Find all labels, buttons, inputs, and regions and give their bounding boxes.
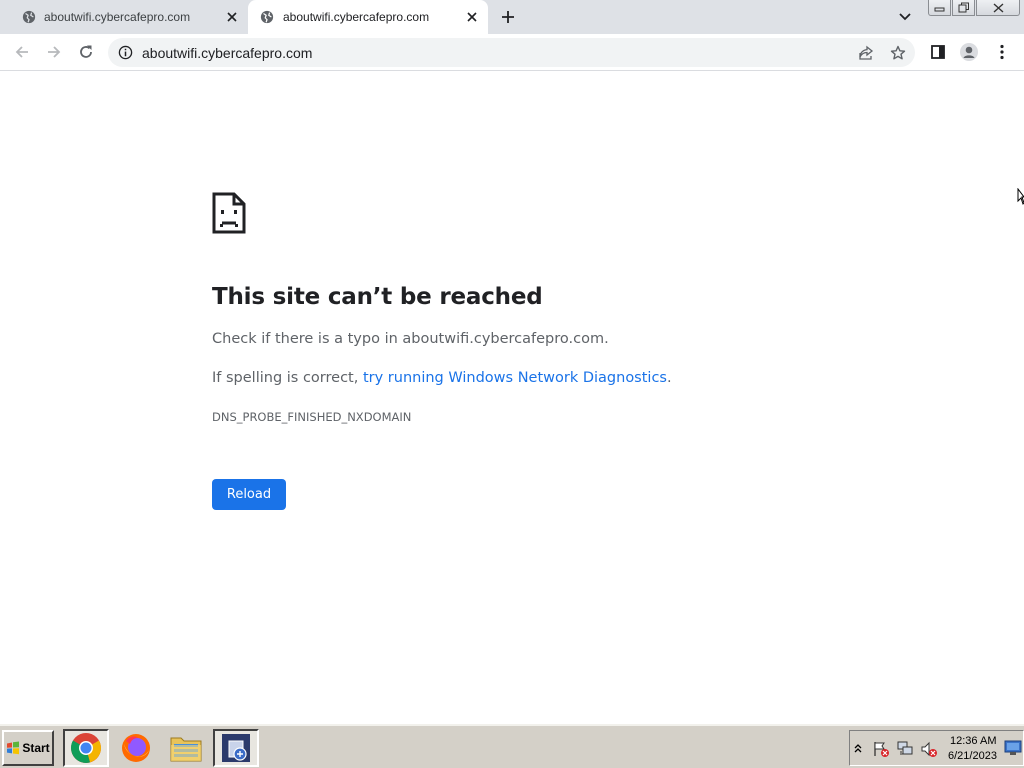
menu-button[interactable] bbox=[990, 40, 1014, 64]
close-icon bbox=[993, 2, 1003, 13]
chevron-down-icon bbox=[899, 13, 911, 21]
address-bar[interactable]: aboutwifi.cybercafepro.com bbox=[108, 38, 915, 67]
reload-toolbar-button[interactable] bbox=[74, 40, 98, 64]
network-settings-icon bbox=[222, 734, 250, 762]
error-title: This site can’t be reached bbox=[212, 284, 543, 310]
restore-button[interactable] bbox=[952, 0, 975, 16]
taskbar-firefox[interactable] bbox=[113, 729, 159, 767]
browser-toolbar: aboutwifi.cybercafepro.com bbox=[0, 34, 1024, 71]
tab-title: aboutwifi.cybercafepro.com bbox=[283, 10, 430, 24]
tab-2[interactable]: aboutwifi.cybercafepro.com bbox=[248, 0, 488, 34]
bookmark-button[interactable] bbox=[889, 44, 907, 62]
close-icon[interactable] bbox=[224, 9, 240, 25]
tab-1[interactable]: aboutwifi.cybercafepro.com bbox=[0, 0, 248, 34]
side-panel-button[interactable] bbox=[926, 40, 950, 64]
globe-icon bbox=[22, 10, 36, 24]
screen: aboutwifi.cybercafepro.com aboutwifi.cyb… bbox=[0, 0, 1024, 768]
tab-title: aboutwifi.cybercafepro.com bbox=[44, 10, 191, 24]
share-button[interactable] bbox=[857, 44, 875, 62]
diagnostics-prefix: If spelling is correct, bbox=[212, 370, 363, 386]
close-icon[interactable] bbox=[464, 9, 480, 25]
tray-volume[interactable] bbox=[920, 740, 938, 758]
reload-icon bbox=[80, 45, 92, 58]
plus-icon bbox=[502, 11, 514, 23]
taskbar-file-explorer[interactable] bbox=[163, 729, 209, 767]
show-desktop-button[interactable] bbox=[1004, 739, 1022, 757]
clock-date[interactable]: 6/21/2023 bbox=[948, 750, 997, 762]
file-explorer-icon bbox=[170, 737, 202, 762]
error-code: DNS_PROBE_FINISHED_NXDOMAIN bbox=[212, 410, 412, 424]
window-close-button[interactable] bbox=[976, 0, 1020, 16]
profile-button[interactable] bbox=[957, 40, 981, 64]
error-diagnostics-hint: If spelling is correct, try running Wind… bbox=[212, 370, 672, 386]
url-text[interactable]: aboutwifi.cybercafepro.com bbox=[142, 45, 312, 61]
arrow-left-icon bbox=[15, 46, 28, 58]
chevron-up-icon bbox=[854, 744, 862, 753]
restore-icon bbox=[958, 2, 969, 13]
star-icon bbox=[890, 45, 906, 60]
volume-muted-icon bbox=[921, 741, 937, 757]
info-icon[interactable] bbox=[118, 45, 133, 60]
error-typo-hint: Check if there is a typo in aboutwifi.cy… bbox=[212, 331, 609, 347]
kebab-menu-icon bbox=[1000, 44, 1004, 60]
chrome-icon bbox=[71, 733, 101, 763]
tray-overflow-button[interactable] bbox=[852, 740, 864, 758]
tray-action-center[interactable] bbox=[872, 740, 890, 758]
desktop-icon bbox=[1004, 740, 1022, 755]
start-label: Start bbox=[22, 741, 50, 755]
diagnostics-suffix: . bbox=[666, 370, 672, 386]
minimize-button[interactable] bbox=[928, 0, 951, 16]
flag-alert-icon bbox=[874, 742, 889, 757]
error-page: This site can’t be reached Check if ther… bbox=[0, 72, 1024, 724]
taskbar: Start 12:36 AM 6/21/2023 bbox=[0, 724, 1024, 768]
taskbar-network-settings[interactable] bbox=[213, 729, 259, 767]
mouse-cursor-icon bbox=[1017, 188, 1024, 205]
tab-search-button[interactable] bbox=[895, 8, 915, 26]
profile-avatar-icon bbox=[960, 43, 978, 61]
system-tray: 12:36 AM 6/21/2023 bbox=[849, 730, 1024, 766]
side-panel-icon bbox=[931, 45, 945, 59]
firefox-icon bbox=[122, 734, 150, 762]
forward-button[interactable] bbox=[42, 40, 66, 64]
share-icon bbox=[859, 45, 874, 60]
tray-network[interactable] bbox=[896, 740, 914, 758]
sad-document-icon bbox=[212, 192, 246, 234]
start-button[interactable]: Start bbox=[2, 730, 54, 766]
taskbar-chrome[interactable] bbox=[63, 729, 109, 767]
arrow-right-icon bbox=[48, 46, 61, 58]
network-disconnected-icon bbox=[897, 741, 913, 755]
tab-strip: aboutwifi.cybercafepro.com aboutwifi.cyb… bbox=[0, 0, 1024, 34]
diagnostics-link[interactable]: try running Windows Network Diagnostics bbox=[363, 370, 667, 386]
globe-icon bbox=[260, 10, 274, 24]
reload-button[interactable]: Reload bbox=[212, 479, 286, 510]
back-button[interactable] bbox=[10, 40, 34, 64]
minimize-icon bbox=[934, 7, 945, 11]
new-tab-button[interactable] bbox=[498, 7, 518, 27]
clock-time[interactable]: 12:36 AM bbox=[950, 735, 996, 747]
windows-logo-icon bbox=[7, 741, 20, 755]
